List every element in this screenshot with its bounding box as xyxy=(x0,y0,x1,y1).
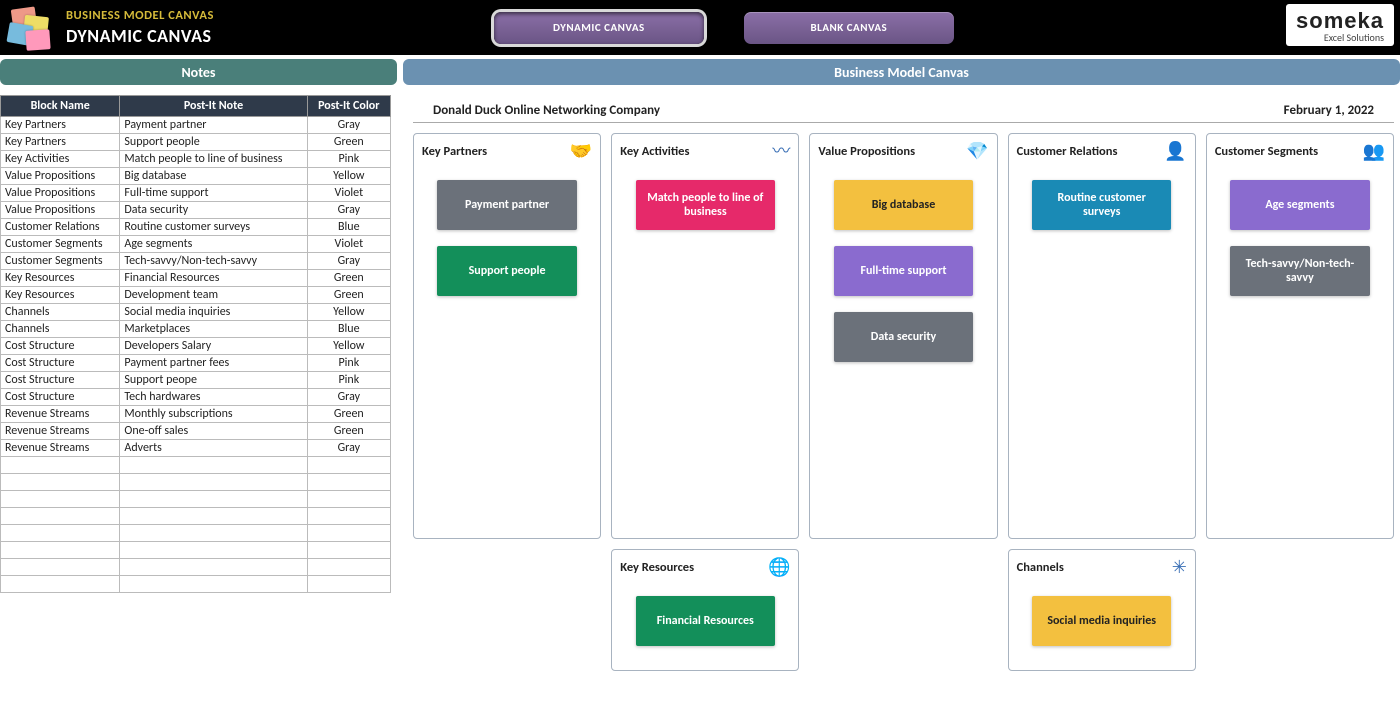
postit[interactable]: Support people xyxy=(437,246,577,296)
top-tabs: DYNAMIC CANVAS BLANK CANVAS xyxy=(494,12,954,44)
postit[interactable]: Full-time support xyxy=(834,246,974,296)
postit[interactable]: Payment partner xyxy=(437,180,577,230)
key-partners-icon: 🤝 xyxy=(570,142,592,160)
table-row[interactable]: Value PropositionsData securityGray xyxy=(1,202,391,219)
table-row[interactable] xyxy=(1,559,391,576)
table-row[interactable]: Cost StructureSupport peopePink xyxy=(1,372,391,389)
postit[interactable]: Routine customer surveys xyxy=(1032,180,1172,230)
table-row[interactable]: Key ActivitiesMatch people to line of bu… xyxy=(1,151,391,168)
canvas-block-customer-relations: Customer Relations 👤 Routine customer surv… xyxy=(1008,133,1196,539)
canvas-columns: Key Partners 🤝 Payment partner Support peop… xyxy=(413,133,1394,671)
channels-icon: ✳ xyxy=(1172,558,1187,576)
canvas-col: Key Activities 〰 Match people to line of b… xyxy=(611,133,799,671)
table-row[interactable] xyxy=(1,525,391,542)
postit[interactable]: Tech-savvy/Non-tech-savvy xyxy=(1230,246,1370,296)
table-row[interactable]: ChannelsMarketplacesBlue xyxy=(1,321,391,338)
app-logo-icon xyxy=(6,4,54,52)
table-row[interactable]: Revenue StreamsMonthly subscriptionsGree… xyxy=(1,406,391,423)
canvas-col: Key Partners 🤝 Payment partner Support peop… xyxy=(413,133,601,671)
block-title: Key Resources xyxy=(620,560,694,575)
block-title: Customer Segments xyxy=(1215,144,1318,159)
table-row[interactable]: Customer SegmentsAge segmentsViolet xyxy=(1,236,391,253)
table-row[interactable]: Revenue StreamsOne-off salesGreen xyxy=(1,423,391,440)
table-row[interactable] xyxy=(1,491,391,508)
col-color: Post-It Color xyxy=(307,96,390,117)
canvas-col: Customer Segments 👥 Age segments Tech-savvy… xyxy=(1206,133,1394,671)
table-row[interactable] xyxy=(1,542,391,559)
postit[interactable]: Financial Resources xyxy=(636,596,776,646)
table-row[interactable]: Key ResourcesDevelopment teamGreen xyxy=(1,287,391,304)
table-row[interactable]: Cost StructureTech hardwaresGray xyxy=(1,389,391,406)
topbar: BUSINESS MODEL CANVAS DYNAMIC CANVAS DYN… xyxy=(0,0,1400,55)
canvas-header-bar: Business Model Canvas xyxy=(403,59,1400,85)
value-propositions-icon: 💎 xyxy=(966,142,988,160)
postit[interactable]: Data security xyxy=(834,312,974,362)
postit[interactable]: Age segments xyxy=(1230,180,1370,230)
table-row[interactable]: ChannelsSocial media inquiriesYellow xyxy=(1,304,391,321)
table-row[interactable]: Key ResourcesFinancial ResourcesGreen xyxy=(1,270,391,287)
table-row[interactable] xyxy=(1,457,391,474)
table-row[interactable]: Value PropositionsFull-time supportViole… xyxy=(1,185,391,202)
key-activities-icon: 〰 xyxy=(772,142,790,160)
page-title: DYNAMIC CANVAS xyxy=(66,25,214,47)
table-row[interactable]: Cost StructurePayment partner feesPink xyxy=(1,355,391,372)
table-row[interactable]: Revenue StreamsAdvertsGray xyxy=(1,440,391,457)
block-title: Key Activities xyxy=(620,144,689,159)
notes-panel: Block Name Post-It Note Post-It Color Ke… xyxy=(0,95,397,719)
block-title: Value Propositions xyxy=(818,144,915,159)
table-row[interactable]: Key PartnersSupport peopleGreen xyxy=(1,134,391,151)
table-row[interactable] xyxy=(1,474,391,491)
block-title: Channels xyxy=(1017,560,1064,575)
table-row[interactable]: Key PartnersPayment partnerGray xyxy=(1,117,391,134)
canvas-col: Value Propositions 💎 Big database Full-time… xyxy=(809,133,997,671)
key-resources-icon: 🌐 xyxy=(768,558,790,576)
canvas-top-row: Donald Duck Online Networking Company Fe… xyxy=(413,103,1394,123)
table-row[interactable]: Cost StructureDevelopers SalaryYellow xyxy=(1,338,391,355)
customer-segments-icon: 👥 xyxy=(1363,142,1385,160)
postit[interactable]: Match people to line of business xyxy=(636,180,776,230)
col-block: Block Name xyxy=(1,96,120,117)
tab-dynamic-canvas[interactable]: DYNAMIC CANVAS xyxy=(494,12,704,44)
table-row[interactable] xyxy=(1,508,391,525)
canvas-date: February 1, 2022 xyxy=(1264,103,1394,118)
canvas-block-key-activities: Key Activities 〰 Match people to line of b… xyxy=(611,133,799,539)
canvas-block-key-partners: Key Partners 🤝 Payment partner Support peop… xyxy=(413,133,601,539)
notes-table[interactable]: Block Name Post-It Note Post-It Color Ke… xyxy=(0,95,391,593)
customer-relations-icon: 👤 xyxy=(1164,142,1186,160)
canvas-block-value-propositions: Value Propositions 💎 Big database Full-time… xyxy=(809,133,997,539)
notes-header-row: Block Name Post-It Note Post-It Color xyxy=(1,96,391,117)
block-title: Customer Relations xyxy=(1017,144,1118,159)
canvas-block-customer-segments: Customer Segments 👥 Age segments Tech-savvy… xyxy=(1206,133,1394,539)
table-row[interactable] xyxy=(1,576,391,593)
col-note: Post-It Note xyxy=(120,96,307,117)
block-title: Key Partners xyxy=(422,144,487,159)
app-title: BUSINESS MODEL CANVAS xyxy=(66,8,214,23)
table-row[interactable]: Customer RelationsRoutine customer surve… xyxy=(1,219,391,236)
postit[interactable]: Social media inquiries xyxy=(1032,596,1172,646)
section-headers: Notes Business Model Canvas xyxy=(0,55,1400,85)
canvas-col: Customer Relations 👤 Routine customer surv… xyxy=(1008,133,1196,671)
canvas-block-key-resources: Key Resources 🌐 Financial Resources xyxy=(611,549,799,671)
brand-logo: someka Excel Solutions xyxy=(1286,4,1394,46)
tab-blank-canvas[interactable]: BLANK CANVAS xyxy=(744,12,954,44)
canvas-block-channels: Channels ✳ Social media inquiries xyxy=(1008,549,1196,671)
notes-header: Notes xyxy=(0,59,397,85)
canvas-panel: Donald Duck Online Networking Company Fe… xyxy=(403,95,1400,719)
table-row[interactable]: Customer SegmentsTech-savvy/Non-tech-sav… xyxy=(1,253,391,270)
postit[interactable]: Big database xyxy=(834,180,974,230)
table-row[interactable]: Value PropositionsBig databaseYellow xyxy=(1,168,391,185)
company-name: Donald Duck Online Networking Company xyxy=(413,103,680,118)
notes-body: Key PartnersPayment partnerGrayKey Partn… xyxy=(1,117,391,593)
